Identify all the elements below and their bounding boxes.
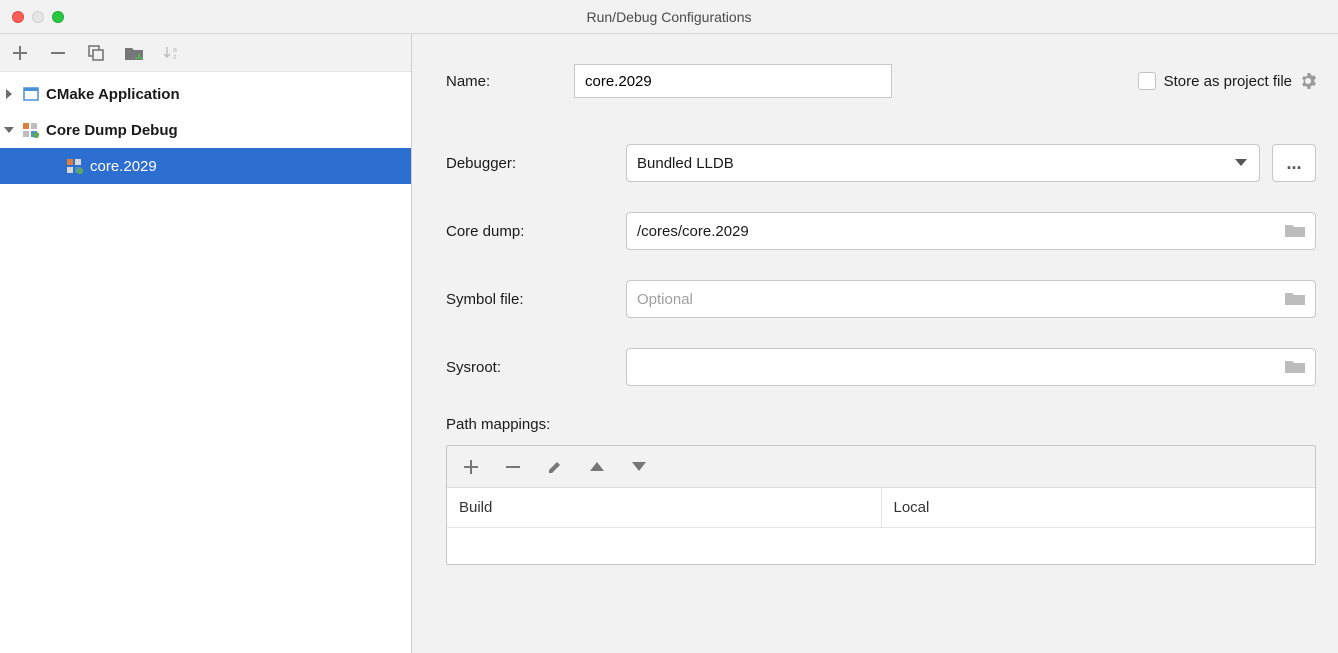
config-tree: CMake Application Core Dump Debug core.2…: [0, 72, 411, 653]
sort-config-icon[interactable]: az: [162, 43, 182, 63]
name-label: Name:: [446, 73, 574, 90]
symbol-file-label: Symbol file:: [446, 291, 626, 308]
copy-config-icon[interactable]: [86, 43, 106, 63]
svg-text:z: z: [173, 54, 177, 61]
tree-node-label: core.2029: [86, 158, 157, 175]
path-mappings-table: Build Local: [446, 445, 1316, 565]
window-titlebar: Run/Debug Configurations: [0, 0, 1338, 34]
core-dump-value: /cores/core.2029: [637, 223, 749, 240]
store-label: Store as project file: [1164, 73, 1292, 90]
column-local[interactable]: Local: [882, 488, 1316, 527]
chevron-down-icon: [4, 125, 20, 135]
window-close-button[interactable]: [12, 11, 24, 23]
debugger-select[interactable]: Bundled LLDB: [626, 144, 1260, 182]
symbol-file-placeholder: Optional: [637, 291, 693, 308]
store-as-project-file-checkbox[interactable]: Store as project file: [1138, 72, 1316, 90]
tree-node-cmake-application[interactable]: CMake Application: [0, 76, 411, 112]
core-dump-icon: [64, 158, 86, 174]
gear-icon[interactable]: [1300, 73, 1316, 89]
tree-node-label: Core Dump Debug: [42, 122, 178, 139]
chevron-down-icon: [1235, 159, 1247, 167]
folder-icon[interactable]: [1285, 359, 1305, 375]
config-sidebar: az CMake Application Core Du: [0, 34, 412, 653]
remove-config-icon[interactable]: [48, 43, 68, 63]
window-zoom-button[interactable]: [52, 11, 64, 23]
window-title: Run/Debug Configurations: [587, 9, 752, 25]
debugger-browse-button[interactable]: ...: [1272, 144, 1316, 182]
move-up-icon[interactable]: [587, 457, 607, 477]
core-dump-label: Core dump:: [446, 223, 626, 240]
remove-mapping-icon[interactable]: [503, 457, 523, 477]
config-form: Name: Store as project file Debugger: Bu…: [412, 34, 1338, 653]
checkbox-icon: [1138, 72, 1156, 90]
sysroot-input[interactable]: [626, 348, 1316, 386]
sidebar-toolbar: az: [0, 34, 411, 72]
sysroot-label: Sysroot:: [446, 359, 626, 376]
chevron-right-icon: [4, 89, 20, 99]
path-mappings-label: Path mappings:: [446, 416, 1316, 433]
add-config-icon[interactable]: [10, 43, 30, 63]
add-mapping-icon[interactable]: [461, 457, 481, 477]
traffic-lights: [0, 11, 64, 23]
tree-leaf-core-2029[interactable]: core.2029: [0, 148, 411, 184]
move-down-icon[interactable]: [629, 457, 649, 477]
path-mappings-header: Build Local: [447, 488, 1315, 528]
core-dump-icon: [20, 122, 42, 138]
tree-node-core-dump-debug[interactable]: Core Dump Debug: [0, 112, 411, 148]
column-build[interactable]: Build: [447, 488, 882, 527]
symbol-file-input[interactable]: Optional: [626, 280, 1316, 318]
debugger-value: Bundled LLDB: [637, 155, 734, 172]
debugger-label: Debugger:: [446, 155, 626, 172]
folder-icon[interactable]: [1285, 291, 1305, 307]
name-input[interactable]: [574, 64, 892, 98]
window-minimize-button[interactable]: [32, 11, 44, 23]
save-template-icon[interactable]: [124, 43, 144, 63]
svg-text:a: a: [173, 47, 177, 54]
core-dump-input[interactable]: /cores/core.2029: [626, 212, 1316, 250]
cmake-app-icon: [20, 86, 42, 102]
path-mappings-toolbar: [447, 446, 1315, 488]
tree-node-label: CMake Application: [42, 86, 180, 103]
edit-mapping-icon[interactable]: [545, 457, 565, 477]
path-mappings-body[interactable]: [447, 528, 1315, 564]
folder-icon[interactable]: [1285, 223, 1305, 239]
